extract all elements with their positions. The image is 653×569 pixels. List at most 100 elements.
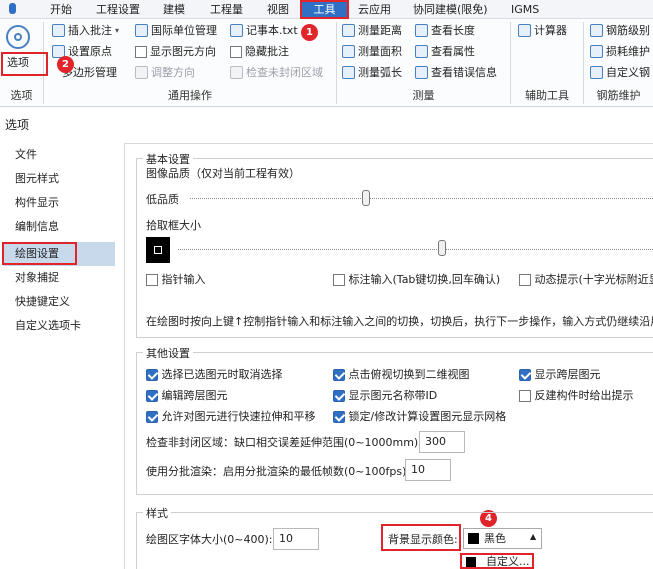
calculator-button[interactable]: 计算器 — [518, 22, 567, 39]
lock-grid-checkbox[interactable]: 锁定/修改计算设置图元显示网格 — [333, 410, 506, 424]
nav-item-custom-tabs[interactable]: 自定义选项卡 — [3, 314, 115, 338]
dynamic-hint-checkbox[interactable]: 动态提示(十字光标附近显 — [519, 273, 653, 287]
menu-modeling[interactable]: 建模 — [163, 2, 185, 17]
custom-icon — [590, 66, 603, 79]
step-badge-2: 2 — [57, 56, 74, 73]
area-icon — [342, 45, 355, 58]
bg-color-select[interactable]: 黑色 ▲ — [463, 528, 542, 549]
nav-item-object-snap[interactable]: 对象捕捉 — [3, 266, 115, 290]
font-size-input[interactable]: 10 — [273, 528, 319, 550]
pickbox-size-label: 拾取框大小 — [146, 219, 201, 232]
check-icon — [230, 66, 243, 79]
custom-swatch — [466, 557, 476, 567]
length-icon — [415, 24, 428, 37]
pointer-input-checkbox[interactable]: 指针输入 — [146, 273, 206, 287]
app-logo-icon — [9, 3, 16, 14]
dim-input-checkbox[interactable]: 标注输入(Tab键切换,回车确认) — [333, 273, 500, 287]
show-cross-layer-checkbox[interactable]: 显示跨层图元 — [519, 368, 601, 382]
props-icon — [415, 45, 428, 58]
insert-note-button[interactable]: 插入批注 ▾ — [52, 22, 119, 39]
pickbox-preview — [146, 237, 170, 263]
pickbox-slider-thumb[interactable] — [438, 240, 446, 256]
loss-maintain-button[interactable]: 损耗维护 — [590, 43, 650, 60]
nav-item-compile-info[interactable]: 编制信息 — [3, 215, 115, 239]
custom-color-option[interactable]: 自定义... — [460, 553, 534, 569]
note-icon — [52, 24, 65, 37]
reverse-build-hint-checkbox[interactable]: 反建构件时给出提示 — [519, 389, 634, 403]
quick-stretch-checkbox[interactable]: 允许对图元进行快速拉伸和平移 — [146, 410, 316, 424]
batch-render-input[interactable]: 10 — [405, 459, 451, 481]
gear-center — [14, 33, 22, 41]
nav-item-element-style[interactable]: 图元样式 — [3, 167, 115, 191]
measure-distance-button[interactable]: 测量距离 — [342, 22, 402, 39]
quality-slider-thumb[interactable] — [362, 190, 371, 206]
edit-cross-layer-checkbox[interactable]: 编辑跨层图元 — [146, 389, 228, 403]
show-direction-checkbox[interactable]: 显示图元方向 — [135, 43, 216, 60]
loss-icon — [590, 45, 603, 58]
menu-igms[interactable]: IGMS — [511, 2, 539, 17]
group-title: 样式 — [143, 505, 171, 521]
custom-rebar-button[interactable]: 自定义钢 — [590, 64, 650, 81]
menu-collab[interactable]: 协同建模(限免) — [413, 2, 488, 17]
errors-icon — [415, 66, 428, 79]
measure-arc-button[interactable]: 测量弧长 — [342, 64, 402, 81]
low-quality-label: 低品质 — [146, 193, 179, 206]
group-label-aux: 辅助工具 — [525, 89, 569, 102]
highlight-tools-menu — [300, 0, 349, 19]
batch-render-label: 使用分批渲染：启用分批渲染的最低帧数(0~100fps): — [146, 465, 411, 478]
input-switch-note: 在绘图时按向上键↑控制指针输入和标注输入之间的切换，切换后，执行下一步操作，输入… — [146, 315, 653, 328]
bg-color-value: 黑色 — [484, 532, 506, 545]
menu-quantities[interactable]: 工程量 — [210, 2, 243, 17]
calculator-icon — [518, 24, 531, 37]
group-label-measure: 测量 — [412, 89, 435, 102]
font-size-label: 绘图区字体大小(0~400): — [146, 533, 273, 546]
checkbox — [135, 45, 147, 58]
group-title: 基本设置 — [143, 151, 193, 167]
notepad-button[interactable]: 记事本.txt — [230, 22, 298, 39]
highlight-bg-color-label — [381, 524, 461, 551]
nav-item-file[interactable]: 文件 — [3, 143, 115, 167]
view-length-button[interactable]: 查看长度 — [415, 22, 475, 39]
rebar-icon — [590, 24, 603, 37]
pickbox-slider-track — [178, 249, 653, 250]
checkbox — [230, 45, 242, 58]
notepad-icon — [230, 24, 243, 37]
measure-area-button[interactable]: 测量面积 — [342, 43, 402, 60]
show-name-id-checkbox[interactable]: 显示图元名称带ID — [333, 389, 437, 403]
view-errors-button[interactable]: 查看错误信息 — [415, 64, 497, 81]
ribbon: 选项 插入批注 ▾ 国际单位管理 记事本.txt 设置原点 显示图元方向 隐藏批注… — [0, 19, 653, 107]
color-swatch — [468, 533, 479, 544]
adjust-direction-button: 调整方向 — [135, 64, 195, 81]
nav-item-shortcuts[interactable]: 快捷键定义 — [3, 290, 115, 314]
highlight-drawing-settings — [2, 242, 77, 265]
arc-icon — [342, 66, 355, 79]
dialog-title: 选项 — [5, 118, 30, 132]
step-badge-1: 1 — [301, 24, 318, 41]
image-quality-label: 图像品质（仅对当前工程有效） — [146, 167, 300, 180]
check-unclosed-button: 检查未封闭区域 — [230, 64, 323, 81]
check-range-input[interactable]: 300 — [419, 431, 465, 453]
units-icon — [135, 24, 148, 37]
menu-cloud[interactable]: 云应用 — [358, 2, 391, 17]
highlight-options-button — [1, 52, 48, 76]
nav-item-component-display[interactable]: 构件显示 — [3, 191, 115, 215]
topview-2d-checkbox[interactable]: 点击俯视切换到二维视图 — [333, 368, 470, 382]
basic-settings-group: 基本设置 — [136, 151, 653, 338]
view-props-button[interactable]: 查看属性 — [415, 43, 475, 60]
intl-units-button[interactable]: 国际单位管理 — [135, 22, 217, 39]
group-title: 其他设置 — [143, 345, 193, 361]
group-label-general: 通用操作 — [168, 89, 212, 102]
rebar-level-button[interactable]: 钢筋级别 — [590, 22, 650, 39]
hide-note-checkbox[interactable]: 隐藏批注 — [230, 43, 289, 60]
menu-start[interactable]: 开始 — [50, 2, 72, 17]
group-label-rebar: 钢筋维护 — [596, 89, 641, 102]
adjust-icon — [135, 66, 148, 79]
chevron-down-icon: ▲ — [530, 532, 537, 541]
check-range-label: 检查非封闭区域：缺口相交误差延伸范围(0~1000mm): — [146, 436, 422, 449]
ruler-icon — [342, 24, 355, 37]
deselect-selected-checkbox[interactable]: 选择已选图元时取消选择 — [146, 368, 283, 382]
options-nav: 文件 图元样式 构件显示 编制信息 绘图设置 对象捕捉 快捷键定义 自定义选项卡 — [3, 143, 115, 569]
menu-project-settings[interactable]: 工程设置 — [96, 2, 140, 17]
menu-view[interactable]: 视图 — [267, 2, 289, 17]
group-label-options: 选项 — [10, 89, 33, 102]
